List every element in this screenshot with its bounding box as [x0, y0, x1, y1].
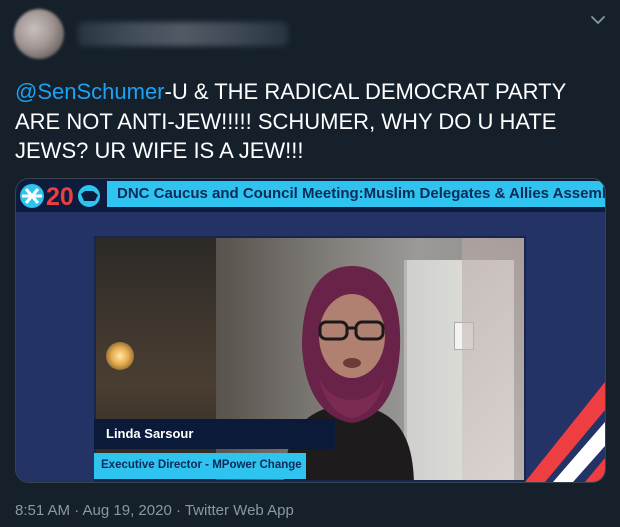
tweet-text: @SenSchumer-U & THE RADICAL DEMOCRAT PAR…: [15, 77, 607, 166]
lamp-light: [106, 342, 134, 370]
lower-third-name: Linda Sarsour: [94, 419, 335, 449]
flag-stripes: [525, 382, 605, 482]
speaker-name: Linda Sarsour: [106, 426, 194, 441]
dnc-logo: 20: [20, 183, 100, 210]
media-header-bar: 20 DNC Caucus and Council Meeting:Muslim…: [16, 179, 605, 212]
tweet-media[interactable]: 20 DNC Caucus and Council Meeting:Muslim…: [15, 178, 606, 483]
chevron-down-icon[interactable]: [588, 10, 608, 30]
logo-text: 20: [46, 183, 74, 210]
mention-link[interactable]: @SenSchumer: [15, 79, 165, 104]
room-panel: [462, 238, 524, 480]
avatar[interactable]: [14, 9, 64, 59]
blurred-username[interactable]: [78, 22, 288, 46]
lower-third-role: Executive Director - MPower Change: [94, 453, 306, 479]
speaker-role: Executive Director - MPower Change: [101, 459, 302, 471]
tweet-timestamp[interactable]: 8:51 AM · Aug 19, 2020 · Twitter Web App: [15, 502, 294, 519]
banner-title: DNC Caucus and Council Meeting:Muslim De…: [107, 181, 605, 207]
